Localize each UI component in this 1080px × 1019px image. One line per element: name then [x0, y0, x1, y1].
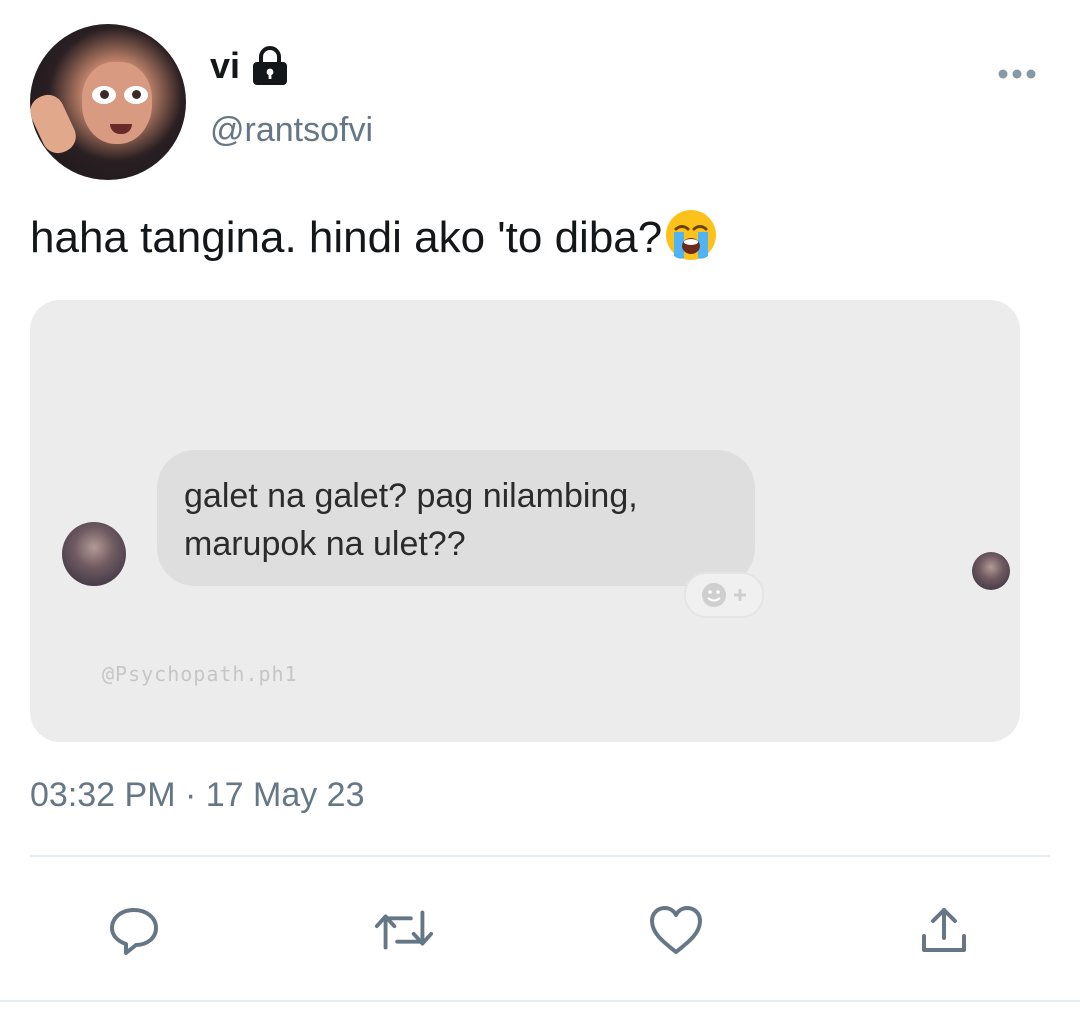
reply-icon: [110, 908, 158, 955]
display-name[interactable]: vi: [210, 44, 240, 88]
watermark: @Psychopath.ph1: [102, 662, 298, 686]
message-text: galet na galet? pag nilambing, marupok n…: [184, 477, 638, 563]
lock-icon: [253, 46, 288, 85]
tweet-timestamp[interactable]: 03:32 PM · 17 May 23: [30, 772, 365, 818]
add-reaction-icon: [684, 572, 764, 618]
avatar[interactable]: [30, 24, 186, 180]
share-icon: [922, 908, 966, 952]
like-button[interactable]: [644, 900, 708, 960]
tweet-text: haha tangina. hindi ako 'to diba?: [30, 208, 718, 266]
share-button[interactable]: [912, 900, 976, 960]
loudly-crying-face-icon: [666, 210, 717, 260]
bottom-divider: [0, 1000, 1080, 1002]
more-options-icon[interactable]: [996, 62, 1038, 86]
chat-avatar-small: [972, 552, 1010, 590]
user-handle[interactable]: @rantsofvi: [210, 108, 373, 152]
name-row: vi: [210, 44, 290, 88]
retweet-button[interactable]: [372, 900, 436, 960]
divider: [30, 855, 1050, 857]
tweet-text-content: haha tangina. hindi ako 'to diba?: [30, 213, 663, 262]
reply-button[interactable]: [102, 900, 166, 960]
chat-avatar: [62, 522, 126, 586]
heart-icon: [650, 906, 702, 954]
media-image[interactable]: galet na galet? pag nilambing, marupok n…: [30, 300, 1020, 742]
retweet-icon: [374, 910, 434, 950]
